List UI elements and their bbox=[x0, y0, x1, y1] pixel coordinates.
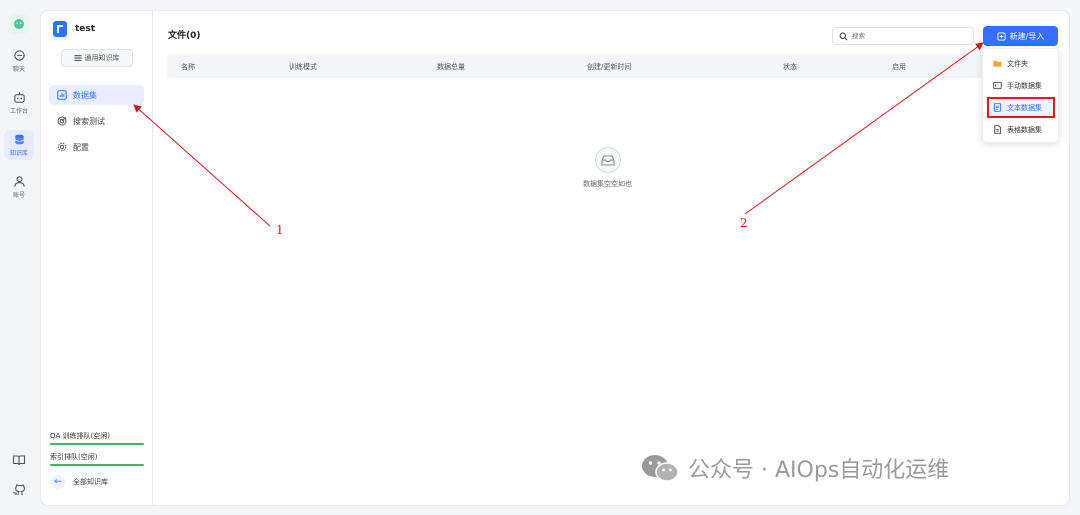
queue-progress-bar bbox=[50, 443, 144, 445]
menu-item-label: 表格数据集 bbox=[1007, 125, 1042, 134]
wechat-icon bbox=[642, 455, 679, 482]
text-dataset-icon bbox=[993, 103, 1002, 112]
github-icon[interactable] bbox=[12, 483, 26, 497]
column-header: 训练模式 bbox=[289, 63, 317, 71]
database-icon bbox=[14, 134, 24, 145]
sidebar-item-label: 搜索测试 bbox=[73, 116, 105, 126]
chart-icon bbox=[57, 90, 67, 100]
rail-label: 账号 bbox=[12, 192, 25, 199]
new-import-label: 新建/导入 bbox=[1009, 31, 1045, 41]
page-title: 文件(0) bbox=[168, 31, 201, 41]
rail-label: 工作台 bbox=[9, 108, 28, 115]
kb-sidebar: test 通用知识库 数据集 搜索测试 配置 QA 训练排队(空闲) 索引排队(… bbox=[40, 10, 152, 506]
annotation-label-1: 1 bbox=[276, 223, 284, 237]
chat-icon bbox=[13, 50, 25, 61]
column-header: 启用 bbox=[892, 63, 906, 71]
table-header: 名称 训练模式 数据总量 创建/更新时间 状态 启用 bbox=[167, 54, 1057, 78]
book-icon[interactable] bbox=[12, 453, 26, 467]
queue-label: 索引排队(空闲) bbox=[50, 453, 98, 461]
robot-icon bbox=[13, 92, 25, 103]
search-icon bbox=[839, 32, 848, 40]
user-icon bbox=[13, 176, 25, 187]
list-icon bbox=[74, 55, 81, 62]
gear-icon bbox=[57, 142, 67, 152]
target-icon bbox=[57, 116, 67, 126]
back-to-all-kb[interactable]: ← 全部知识库 bbox=[51, 475, 108, 489]
menu-item-label: 手动数据集 bbox=[1007, 81, 1042, 90]
empty-text: 数据集空空如也 bbox=[583, 180, 632, 188]
sidebar-item-config[interactable]: 配置 bbox=[49, 137, 144, 157]
rail-item-workbench[interactable]: 工作台 bbox=[4, 88, 34, 118]
search-box[interactable] bbox=[832, 27, 974, 45]
main-panel: 文件(0) 新建/导入 名称 训练模式 数据总量 创建/更新时间 状态 启用 数… bbox=[152, 10, 1070, 506]
empty-state: 数据集空空如也 bbox=[583, 147, 632, 189]
column-header: 状态 bbox=[783, 63, 797, 71]
sidebar-item-label: 配置 bbox=[73, 142, 89, 152]
column-header: 数据总量 bbox=[437, 63, 465, 71]
app-rail: 聊天 工作台 知识库 账号 bbox=[0, 0, 38, 515]
rail-label: 聊天 bbox=[12, 66, 25, 73]
table-dataset-icon bbox=[994, 125, 1002, 134]
watermark: 公众号 · AIOps自动化运维 bbox=[640, 452, 949, 484]
annotation-label-2: 2 bbox=[740, 216, 748, 230]
manual-dataset-icon bbox=[993, 81, 1002, 90]
rail-item-account[interactable]: 账号 bbox=[4, 172, 34, 202]
new-import-dropdown: 文件夹 手动数据集 文本数据集 表格数据集 bbox=[982, 48, 1059, 143]
rail-item-chat[interactable]: 聊天 bbox=[4, 46, 34, 76]
kb-header: test bbox=[53, 21, 152, 37]
queue-label: QA 训练排队(空闲) bbox=[50, 432, 110, 440]
column-header: 名称 bbox=[181, 63, 195, 71]
qa-queue-status: QA 训练排队(空闲) bbox=[50, 431, 144, 447]
kb-nav: 数据集 搜索测试 配置 bbox=[41, 85, 152, 157]
rail-item-knowledge[interactable]: 知识库 bbox=[4, 130, 34, 160]
sidebar-item-search-test[interactable]: 搜索测试 bbox=[49, 111, 144, 131]
kb-type-badge: 通用知识库 bbox=[60, 49, 133, 67]
kb-type-label: 通用知识库 bbox=[84, 54, 120, 62]
app-logo-icon[interactable] bbox=[9, 14, 29, 34]
arrow-left-icon[interactable]: ← bbox=[51, 475, 65, 489]
empty-box-icon bbox=[594, 147, 621, 173]
import-icon bbox=[997, 31, 1006, 41]
menu-item-label: 文件夹 bbox=[1007, 59, 1028, 68]
new-import-button[interactable]: 新建/导入 bbox=[983, 26, 1058, 46]
queue-progress-bar bbox=[50, 464, 144, 466]
search-input[interactable] bbox=[852, 32, 962, 40]
menu-item-folder[interactable]: 文件夹 bbox=[989, 55, 1053, 72]
kb-name: test bbox=[75, 24, 96, 34]
sidebar-item-dataset[interactable]: 数据集 bbox=[49, 85, 144, 105]
kb-logo-icon bbox=[53, 21, 67, 37]
menu-item-label: 文本数据集 bbox=[1007, 103, 1042, 112]
sidebar-item-label: 数据集 bbox=[73, 90, 97, 100]
rail-label: 知识库 bbox=[9, 150, 28, 157]
menu-item-manual-dataset[interactable]: 手动数据集 bbox=[989, 77, 1053, 94]
column-header: 创建/更新时间 bbox=[587, 63, 632, 71]
index-queue-status: 索引排队(空闲) bbox=[50, 452, 144, 468]
menu-item-table-dataset[interactable]: 表格数据集 bbox=[989, 121, 1053, 138]
menu-item-text-dataset[interactable]: 文本数据集 bbox=[987, 97, 1055, 118]
back-label: 全部知识库 bbox=[73, 478, 108, 486]
folder-icon bbox=[993, 60, 1002, 67]
watermark-text: 公众号 · AIOps自动化运维 bbox=[688, 458, 950, 483]
